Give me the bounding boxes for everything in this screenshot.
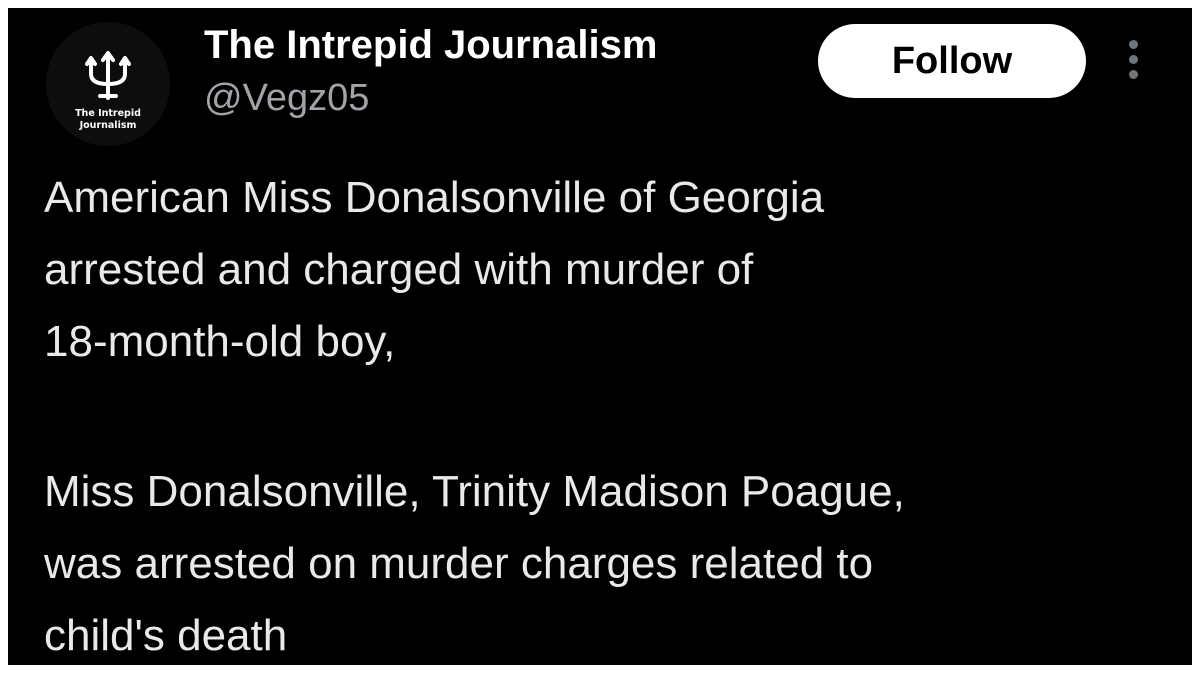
- more-vertical-icon[interactable]: [1118, 36, 1150, 84]
- tweet-line: arrested and charged with murder of: [44, 245, 754, 294]
- avatar-label-line2: Journalism: [79, 120, 137, 131]
- more-dot: [1129, 70, 1138, 79]
- follow-button[interactable]: Follow: [818, 24, 1086, 98]
- more-dot: [1129, 55, 1138, 64]
- author-handle[interactable]: @Vegz05: [204, 76, 369, 120]
- avatar-label-line1: The Intrepid: [75, 108, 141, 119]
- tweet-line: was arrested on murder charges related t…: [44, 539, 874, 588]
- tweet-line: American Miss Donalsonville of Georgia: [44, 173, 825, 222]
- tweet-line: Miss Donalsonville, Trinity Madison Poag…: [44, 467, 905, 516]
- tweet-card: The Intrepid Journalism The Intrepid Jou…: [8, 8, 1192, 665]
- tweet-line: child's death: [44, 611, 288, 660]
- tweet-line: 18-month-old boy,: [44, 317, 396, 366]
- author-name[interactable]: The Intrepid Journalism: [204, 22, 657, 68]
- tweet-paragraph-2: Miss Donalsonville, Trinity Madison Poag…: [44, 456, 1164, 665]
- tweet-paragraph-1: American Miss Donalsonville of Georgia a…: [44, 162, 1164, 378]
- more-dot: [1129, 40, 1138, 49]
- avatar[interactable]: The Intrepid Journalism: [46, 22, 170, 146]
- trident-icon: [85, 51, 131, 100]
